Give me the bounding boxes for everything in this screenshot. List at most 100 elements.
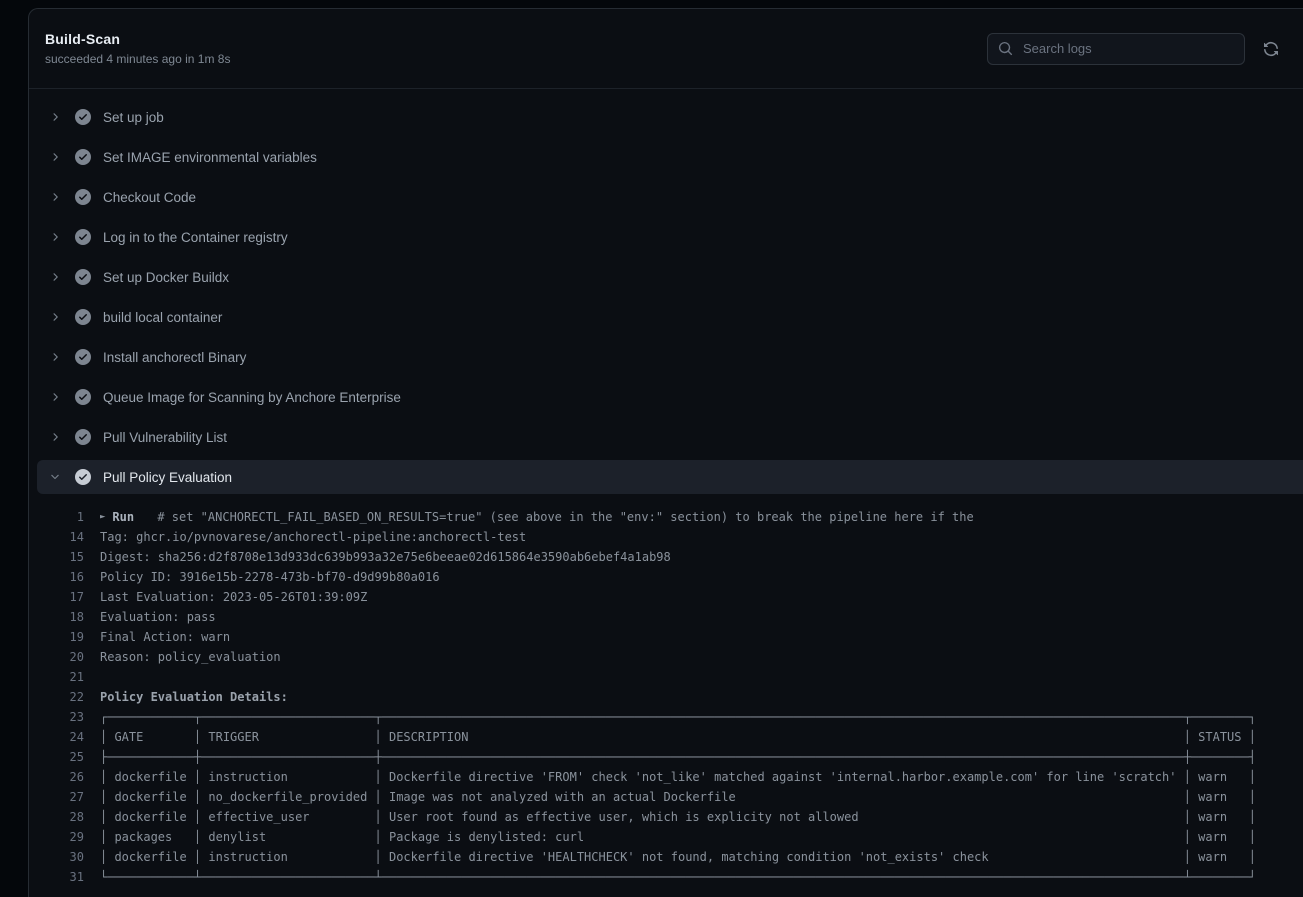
log-table-text: │ dockerfile │ instruction │ Dockerfile … <box>100 767 1256 787</box>
step-row[interactable]: build local container <box>29 297 1303 337</box>
log-line: 28 │ dockerfile │ effective_user │ User r… <box>29 807 1303 827</box>
log-line: 25 ├────────────┼────────────────────────… <box>29 747 1303 767</box>
line-number[interactable]: 23 <box>29 707 84 727</box>
line-number[interactable]: 18 <box>29 607 84 627</box>
check-circle-icon <box>75 229 91 245</box>
line-number[interactable]: 28 <box>29 807 84 827</box>
check-circle-icon <box>75 469 91 485</box>
chevron-right-icon <box>49 111 61 123</box>
line-number[interactable]: 15 <box>29 547 84 567</box>
log-command-prefix: Run <box>112 507 141 527</box>
job-status-summary: succeeded 4 minutes ago in 1m 8s <box>45 52 230 66</box>
log-line: 18 Evaluation: pass <box>29 607 1303 627</box>
chevron-right-icon <box>49 351 61 363</box>
log-line: 20Reason: policy_evaluation <box>29 647 1303 667</box>
chevron-right-icon <box>49 271 61 283</box>
log-table-text: │ dockerfile │ effective_user │ User roo… <box>100 807 1256 827</box>
log-output: 1 ► Run # set "ANCHORECTL_FAIL_BASED_ON_RE… <box>29 494 1303 887</box>
log-table-text: │ packages │ denylist │ Package is denyl… <box>100 827 1256 847</box>
check-circle-icon <box>75 149 91 165</box>
sync-icon <box>1263 41 1279 57</box>
log-text: Policy ID: 3916e15b-2278-473b-bf70-d9d99… <box>100 567 440 587</box>
line-number[interactable]: 30 <box>29 847 84 867</box>
step-row[interactable]: Pull Policy Evaluation <box>37 460 1303 494</box>
check-circle-icon <box>75 269 91 285</box>
log-line: 31└────────────┴────────────────────────… <box>29 867 1303 887</box>
expand-group-icon[interactable]: ► <box>100 507 105 527</box>
log-text: Last Evaluation: 2023-05-26T01:39:09Z <box>100 587 367 607</box>
check-circle-icon <box>75 309 91 325</box>
step-row[interactable]: Set up Docker Buildx <box>29 257 1303 297</box>
log-table-text: ├────────────┼────────────────────────┼─… <box>100 747 1256 767</box>
line-number[interactable]: 22 <box>29 687 84 707</box>
line-number[interactable]: 19 <box>29 627 84 647</box>
check-circle-icon <box>75 389 91 405</box>
line-number[interactable]: 16 <box>29 567 84 587</box>
step-label: Checkout Code <box>103 190 196 205</box>
check-circle-icon <box>75 429 91 445</box>
log-table-text: │ dockerfile │ instruction │ Dockerfile … <box>100 847 1256 867</box>
log-line: 21 <box>29 667 1303 687</box>
refresh-logs-button[interactable] <box>1261 39 1281 59</box>
line-number[interactable]: 20 <box>29 647 84 667</box>
step-row[interactable]: Queue Image for Scanning by Anchore Ente… <box>29 377 1303 417</box>
step-label: Set IMAGE environmental variables <box>103 150 317 165</box>
step-label: Pull Policy Evaluation <box>103 470 232 485</box>
step-row[interactable]: Log in to the Container registry <box>29 217 1303 257</box>
chevron-right-icon <box>49 151 61 163</box>
step-row[interactable]: Set IMAGE environmental variables <box>29 137 1303 177</box>
line-number[interactable]: 14 <box>29 527 84 547</box>
step-label: Log in to the Container registry <box>103 230 288 245</box>
log-text: Evaluation: pass <box>100 607 216 627</box>
log-table-text: │ dockerfile │ no_dockerfile_provided │ … <box>100 787 1256 807</box>
log-line: 30 │ dockerfile │ instruction │ Dockerfil… <box>29 847 1303 867</box>
line-number[interactable]: 29 <box>29 827 84 847</box>
search-logs-box[interactable] <box>987 33 1245 65</box>
log-line: 1 ► Run # set "ANCHORECTL_FAIL_BASED_ON_RE… <box>29 507 1303 527</box>
log-table-text: │ GATE │ TRIGGER │ DESCRIPTION │ STATUS … <box>100 727 1256 747</box>
log-text: Tag: ghcr.io/pvnovarese/anchorectl-pipel… <box>100 527 526 547</box>
step-label: Queue Image for Scanning by Anchore Ente… <box>103 390 401 405</box>
job-header: Build-Scan succeeded 4 minutes ago in 1m… <box>29 9 1303 89</box>
line-number[interactable]: 24 <box>29 727 84 747</box>
log-line: 26 │ dockerfile │ instruction │ Dockerfil… <box>29 767 1303 787</box>
log-line: 14 Tag: ghcr.io/pvnovarese/anchorectl-pip… <box>29 527 1303 547</box>
line-number[interactable]: 26 <box>29 767 84 787</box>
search-icon <box>998 41 1013 56</box>
log-line: 16 Policy ID: 3916e15b-2278-473b-bf70-d9d… <box>29 567 1303 587</box>
step-row[interactable]: Install anchorectl Binary <box>29 337 1303 377</box>
line-number[interactable]: 21 <box>29 667 84 687</box>
job-title-block: Build-Scan succeeded 4 minutes ago in 1m… <box>45 31 230 66</box>
line-number[interactable]: 17 <box>29 587 84 607</box>
chevron-right-icon <box>49 231 61 243</box>
step-row[interactable]: Checkout Code <box>29 177 1303 217</box>
job-log-panel: Build-Scan succeeded 4 minutes ago in 1m… <box>28 8 1303 897</box>
job-title: Build-Scan <box>45 31 230 47</box>
step-label: Set up Docker Buildx <box>103 270 229 285</box>
line-number[interactable]: 1 <box>29 507 84 527</box>
step-row[interactable]: Set up job <box>29 97 1303 137</box>
step-label: Install anchorectl Binary <box>103 350 246 365</box>
chevron-right-icon <box>49 431 61 443</box>
line-number[interactable]: 25 <box>29 747 84 767</box>
log-text: Final Action: warn <box>100 627 230 647</box>
chevron-right-icon <box>49 191 61 203</box>
chevron-down-icon <box>49 471 61 483</box>
log-line: 22 Policy Evaluation Details: <box>29 687 1303 707</box>
log-text: Policy Evaluation Details: <box>100 687 288 707</box>
steps-list: Set up job Set IMAGE environmental variab… <box>29 89 1303 494</box>
step-label: Pull Vulnerability List <box>103 430 227 445</box>
log-line: 27 │ dockerfile │ no_dockerfile_provided … <box>29 787 1303 807</box>
check-circle-icon <box>75 109 91 125</box>
log-table-text: ┌────────────┬────────────────────────┬─… <box>100 707 1256 727</box>
chevron-right-icon <box>49 311 61 323</box>
header-actions <box>987 33 1281 65</box>
log-text: # set "ANCHORECTL_FAIL_BASED_ON_RESULTS=… <box>157 507 973 527</box>
step-row[interactable]: Pull Vulnerability List <box>29 417 1303 457</box>
line-number[interactable]: 27 <box>29 787 84 807</box>
search-logs-input[interactable] <box>1021 40 1234 57</box>
step-label: Set up job <box>103 110 164 125</box>
line-number[interactable]: 31 <box>29 867 84 887</box>
log-text: Digest: sha256:d2f8708e13d933dc639b993a3… <box>100 547 671 567</box>
step-label: build local container <box>103 310 222 325</box>
